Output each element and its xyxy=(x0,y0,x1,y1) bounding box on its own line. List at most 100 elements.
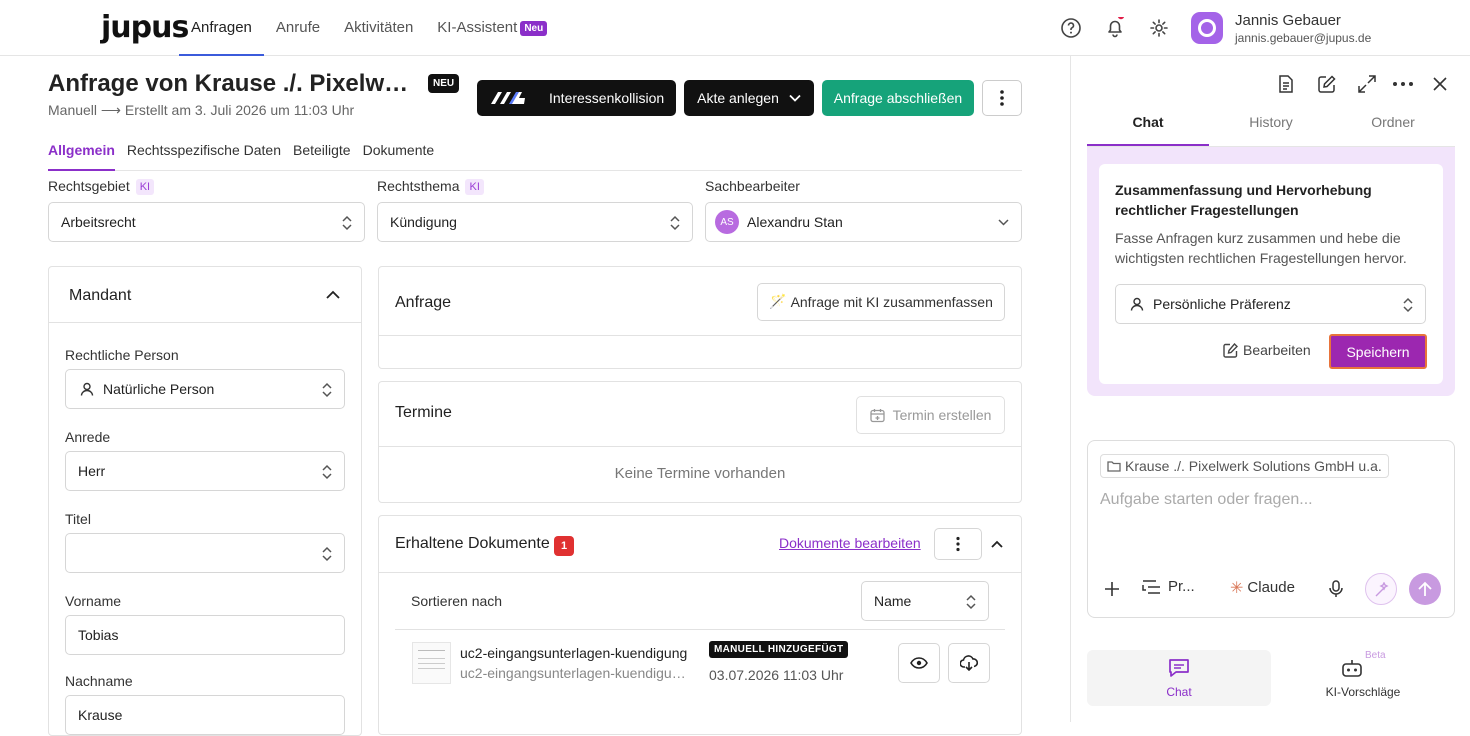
anfrage-ki-zusammenfassen-button[interactable]: 🪄 Anfrage mit KI zusammenfassen xyxy=(757,283,1005,321)
rechtsgebiet-value: Arbeitsrecht xyxy=(61,214,136,230)
microphone-icon[interactable] xyxy=(1329,580,1343,598)
magic-enhance-button[interactable] xyxy=(1365,573,1397,605)
nav-anrufe[interactable]: Anrufe xyxy=(264,0,332,56)
robot-icon xyxy=(1342,660,1362,677)
updown-chevron-icon xyxy=(966,594,976,610)
dokumente-bearbeiten-link[interactable]: Dokumente bearbeiten xyxy=(779,535,921,551)
rechtsgebiet-label: Rechtsgebiet KI xyxy=(48,178,155,195)
preference-select[interactable]: Persönliche Präferenz xyxy=(1115,284,1426,324)
sort-select[interactable]: Name xyxy=(861,581,989,621)
mandant-title: Mandant xyxy=(69,287,132,304)
user-avatar[interactable] xyxy=(1191,12,1223,44)
termine-empty-text: Keine Termine vorhanden xyxy=(614,465,786,482)
nachname-input[interactable]: Krause xyxy=(65,695,345,735)
document-thumbnail xyxy=(412,642,451,684)
rechtsthema-label: Rechtsthema KI xyxy=(377,178,484,195)
tab-beteiligte[interactable]: Beteiligte xyxy=(293,140,351,171)
titel-select[interactable] xyxy=(65,533,345,573)
prompt-description: Fasse Anfragen kurz zusammen und hebe di… xyxy=(1115,230,1407,266)
download-document-button[interactable] xyxy=(948,643,990,683)
rechtliche-person-select[interactable]: Natürliche Person xyxy=(65,369,345,409)
prompt-title: Zusammenfassung und Hervorhebung rechtli… xyxy=(1115,182,1372,218)
document-icon[interactable] xyxy=(1278,75,1294,93)
view-document-button[interactable] xyxy=(898,643,940,683)
plus-icon[interactable] xyxy=(1104,581,1120,597)
mandant-header[interactable]: Mandant xyxy=(49,267,361,323)
anfrage-title: Anfrage xyxy=(395,294,452,311)
interessenkollision-button[interactable]: Interessenkollision xyxy=(477,80,676,116)
claude-icon: ✳ xyxy=(1230,578,1244,597)
help-icon[interactable] xyxy=(1060,17,1082,39)
tab-ordner[interactable]: Ordner xyxy=(1332,114,1454,130)
more-horizontal-icon[interactable] xyxy=(1393,82,1413,86)
page-subtitle: Manuell ⟶ Erstellt am 3. Juli 2026 um 11… xyxy=(48,102,355,118)
termin-erstellen-button[interactable]: Termin erstellen xyxy=(856,396,1005,434)
mandant-card: Mandant Rechtliche Person Natürliche Per… xyxy=(48,266,362,736)
vorname-input[interactable]: Tobias xyxy=(65,615,345,655)
context-chip[interactable]: Krause ./. Pixelwerk Solutions GmbH u.a. xyxy=(1100,454,1389,478)
sachbearbeiter-select[interactable]: AS Alexandru Stan xyxy=(705,202,1022,242)
edit-icon[interactable] xyxy=(1318,75,1336,93)
user-email: jannis.gebauer@jupus.de xyxy=(1235,31,1372,45)
titel-label: Titel xyxy=(65,511,91,527)
anrede-select[interactable]: Herr xyxy=(65,451,345,491)
updown-chevron-icon xyxy=(322,382,332,398)
tab-allgemein[interactable]: Allgemein xyxy=(48,140,115,171)
vertical-dots-icon xyxy=(1000,90,1004,106)
close-icon[interactable] xyxy=(1433,77,1447,91)
chevron-up-icon[interactable] xyxy=(991,540,1003,548)
model-selector[interactable]: ✳ Claude xyxy=(1230,578,1295,597)
user-name: Jannis Gebauer xyxy=(1235,12,1341,29)
nav-aktivitaeten[interactable]: Aktivitäten xyxy=(332,0,425,56)
akte-anlegen-label: Akte anlegen xyxy=(697,90,779,106)
chat-input[interactable]: Aufgabe starten oder fragen... xyxy=(1100,491,1313,509)
page-title: Anfrage von Krause ./. Pixelwerk Solutio… xyxy=(48,70,418,97)
document-name: uc2-eingangsunterlagen-kuendigung xyxy=(460,645,688,661)
prompts-button[interactable]: Pr... xyxy=(1142,578,1195,595)
tab-rechtsspezifische-daten[interactable]: Rechtsspezifische Daten xyxy=(127,140,281,171)
tab-history[interactable]: History xyxy=(1210,114,1332,130)
bottom-tab-chat-label: Chat xyxy=(1166,685,1192,699)
akte-anlegen-button[interactable]: Akte anlegen xyxy=(684,80,814,116)
cloud-download-icon xyxy=(960,655,978,671)
notification-bell-icon[interactable] xyxy=(1104,17,1126,39)
prompt-edit-button[interactable]: Bearbeiten xyxy=(1223,342,1311,358)
dokumente-more-button[interactable] xyxy=(934,528,982,560)
rechtsgebiet-label-text: Rechtsgebiet xyxy=(48,178,130,194)
nav-anfragen[interactable]: Anfragen xyxy=(179,0,264,56)
termine-title: Termine xyxy=(395,404,452,421)
document-filename: uc2-eingangsunterlagen-kuendigung.pdf xyxy=(460,665,690,681)
person-icon xyxy=(1130,297,1144,311)
new-status-badge: NEU xyxy=(428,74,460,93)
context-chip-label: Krause ./. Pixelwerk Solutions GmbH u.a. xyxy=(1125,458,1382,474)
jupus-logo[interactable]: jupus xyxy=(101,10,189,45)
save-button[interactable]: Speichern xyxy=(1329,334,1427,369)
vertical-dots-icon xyxy=(956,536,960,552)
document-row[interactable]: uc2-eingangsunterlagen-kuendigung uc2-ei… xyxy=(379,630,1021,700)
tab-dokumente[interactable]: Dokumente xyxy=(363,140,435,171)
rechtsthema-select[interactable]: Kündigung xyxy=(377,202,693,242)
vorname-value: Tobias xyxy=(78,627,119,643)
send-button[interactable] xyxy=(1409,573,1441,605)
chevron-up-icon[interactable] xyxy=(326,290,340,299)
bottom-tab-chat[interactable]: Chat xyxy=(1087,650,1271,706)
bottom-tab-ki-vorschlaege[interactable]: Beta KI-Vorschläge xyxy=(1271,650,1455,706)
document-date: 03.07.2026 11:03 Uhr xyxy=(709,667,844,683)
rechtsgebiet-select[interactable]: Arbeitsrecht xyxy=(48,202,365,242)
new-badge: Neu xyxy=(520,21,548,36)
vorname-label: Vorname xyxy=(65,593,122,609)
nachname-label: Nachname xyxy=(65,673,133,689)
anfrage-abschliessen-button[interactable]: Anfrage abschließen xyxy=(822,80,974,116)
updown-chevron-icon xyxy=(322,546,332,562)
model-label: Claude xyxy=(1247,579,1295,596)
expand-icon[interactable] xyxy=(1358,75,1376,93)
more-options-button[interactable] xyxy=(982,80,1022,116)
settings-gear-icon[interactable] xyxy=(1148,17,1170,39)
chat-input-box: Krause ./. Pixelwerk Solutions GmbH u.a.… xyxy=(1087,440,1455,618)
tab-chat[interactable]: Chat xyxy=(1087,114,1209,130)
interessenkollision-label: Interessenkollision xyxy=(549,90,665,106)
chevron-down-icon xyxy=(789,94,801,102)
nav-ki-assistent[interactable]: KI-Assistent Neu xyxy=(425,0,559,56)
rechtsthema-value: Kündigung xyxy=(390,214,457,230)
arrow-up-icon xyxy=(1418,581,1432,596)
